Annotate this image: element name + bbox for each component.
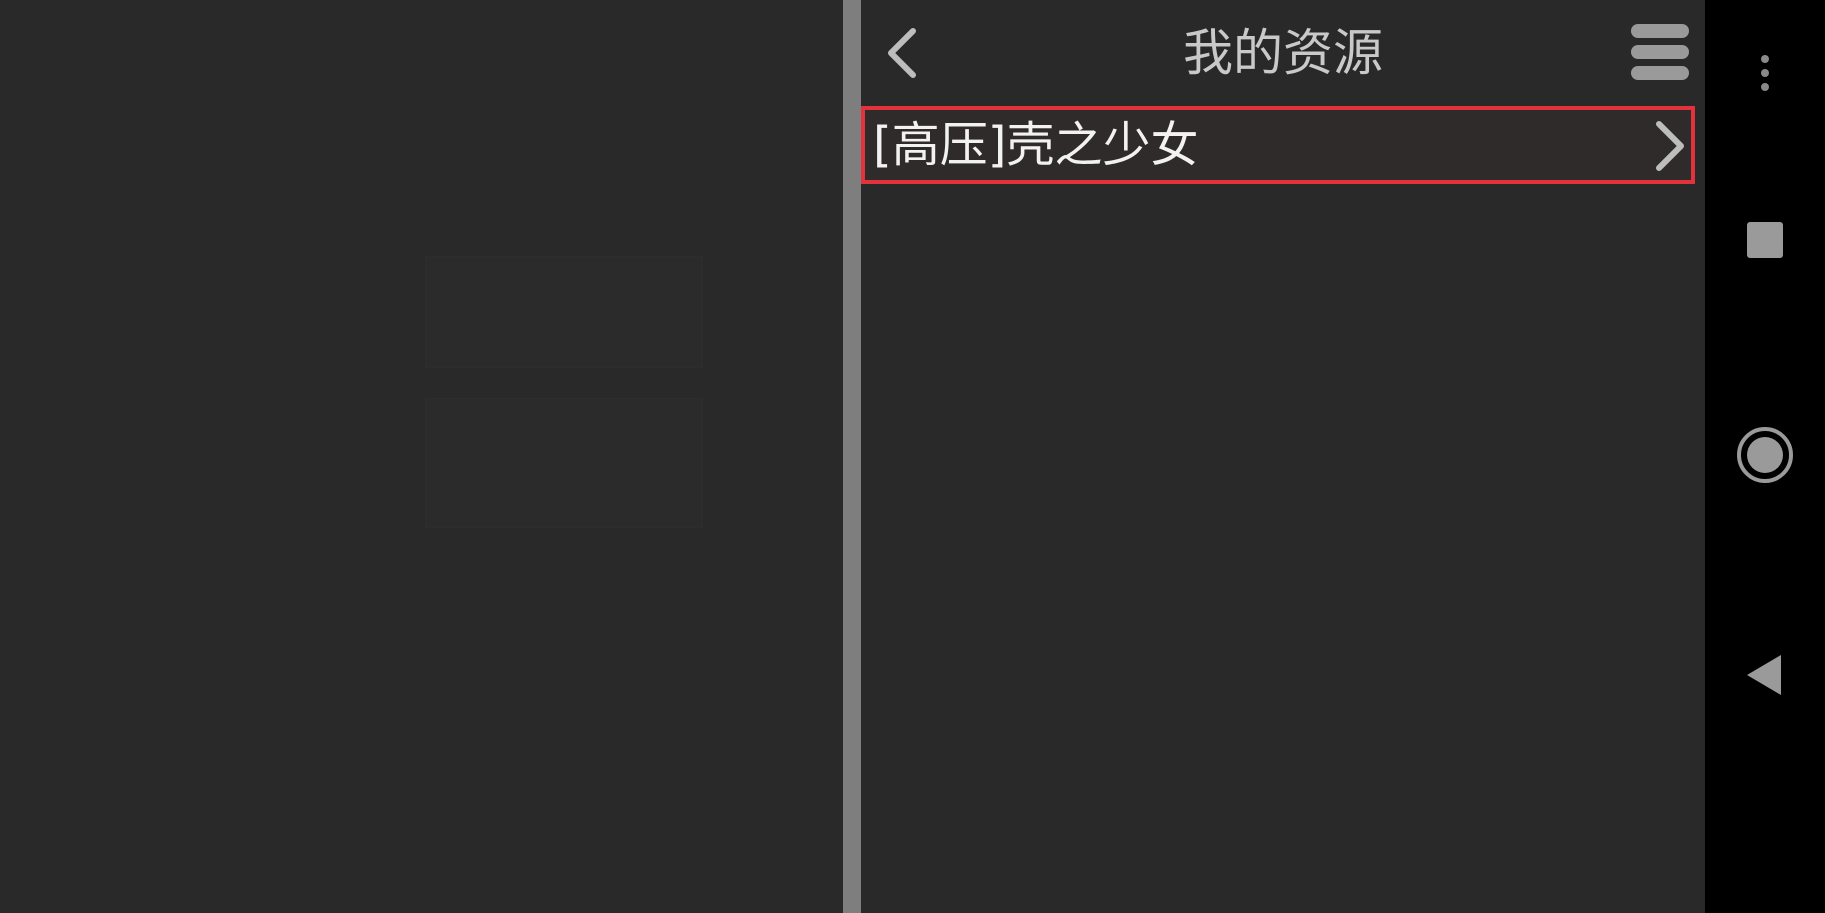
header-bar: 我的资源 (861, 0, 1705, 100)
hamburger-menu-icon (1631, 24, 1689, 38)
back-triangle-icon (1747, 655, 1781, 695)
faded-panel (425, 398, 703, 528)
list-item-label: [高压]壳之少女 (873, 117, 1199, 173)
page-title: 我的资源 (1183, 24, 1383, 82)
system-back-button[interactable] (1705, 645, 1825, 705)
home-button[interactable] (1705, 420, 1825, 490)
app-screen: 我的资源 [高压]壳之少女 (0, 0, 1825, 913)
recents-button[interactable] (1705, 210, 1825, 270)
menu-button[interactable] (1627, 20, 1693, 84)
faded-panel (425, 256, 703, 368)
hamburger-bar (1631, 66, 1689, 80)
chevron-right-icon (1656, 121, 1684, 171)
more-vert-icon (1761, 55, 1769, 91)
pane-divider[interactable] (843, 0, 861, 913)
left-pane (0, 0, 842, 913)
recents-square-icon (1747, 222, 1783, 258)
system-nav-bar (1705, 0, 1825, 913)
hamburger-bar (1631, 45, 1689, 59)
resources-pane: 我的资源 [高压]壳之少女 (861, 0, 1705, 913)
home-circle-icon (1737, 427, 1793, 483)
more-options-button[interactable] (1705, 45, 1825, 101)
list-item[interactable]: [高压]壳之少女 (861, 106, 1695, 184)
